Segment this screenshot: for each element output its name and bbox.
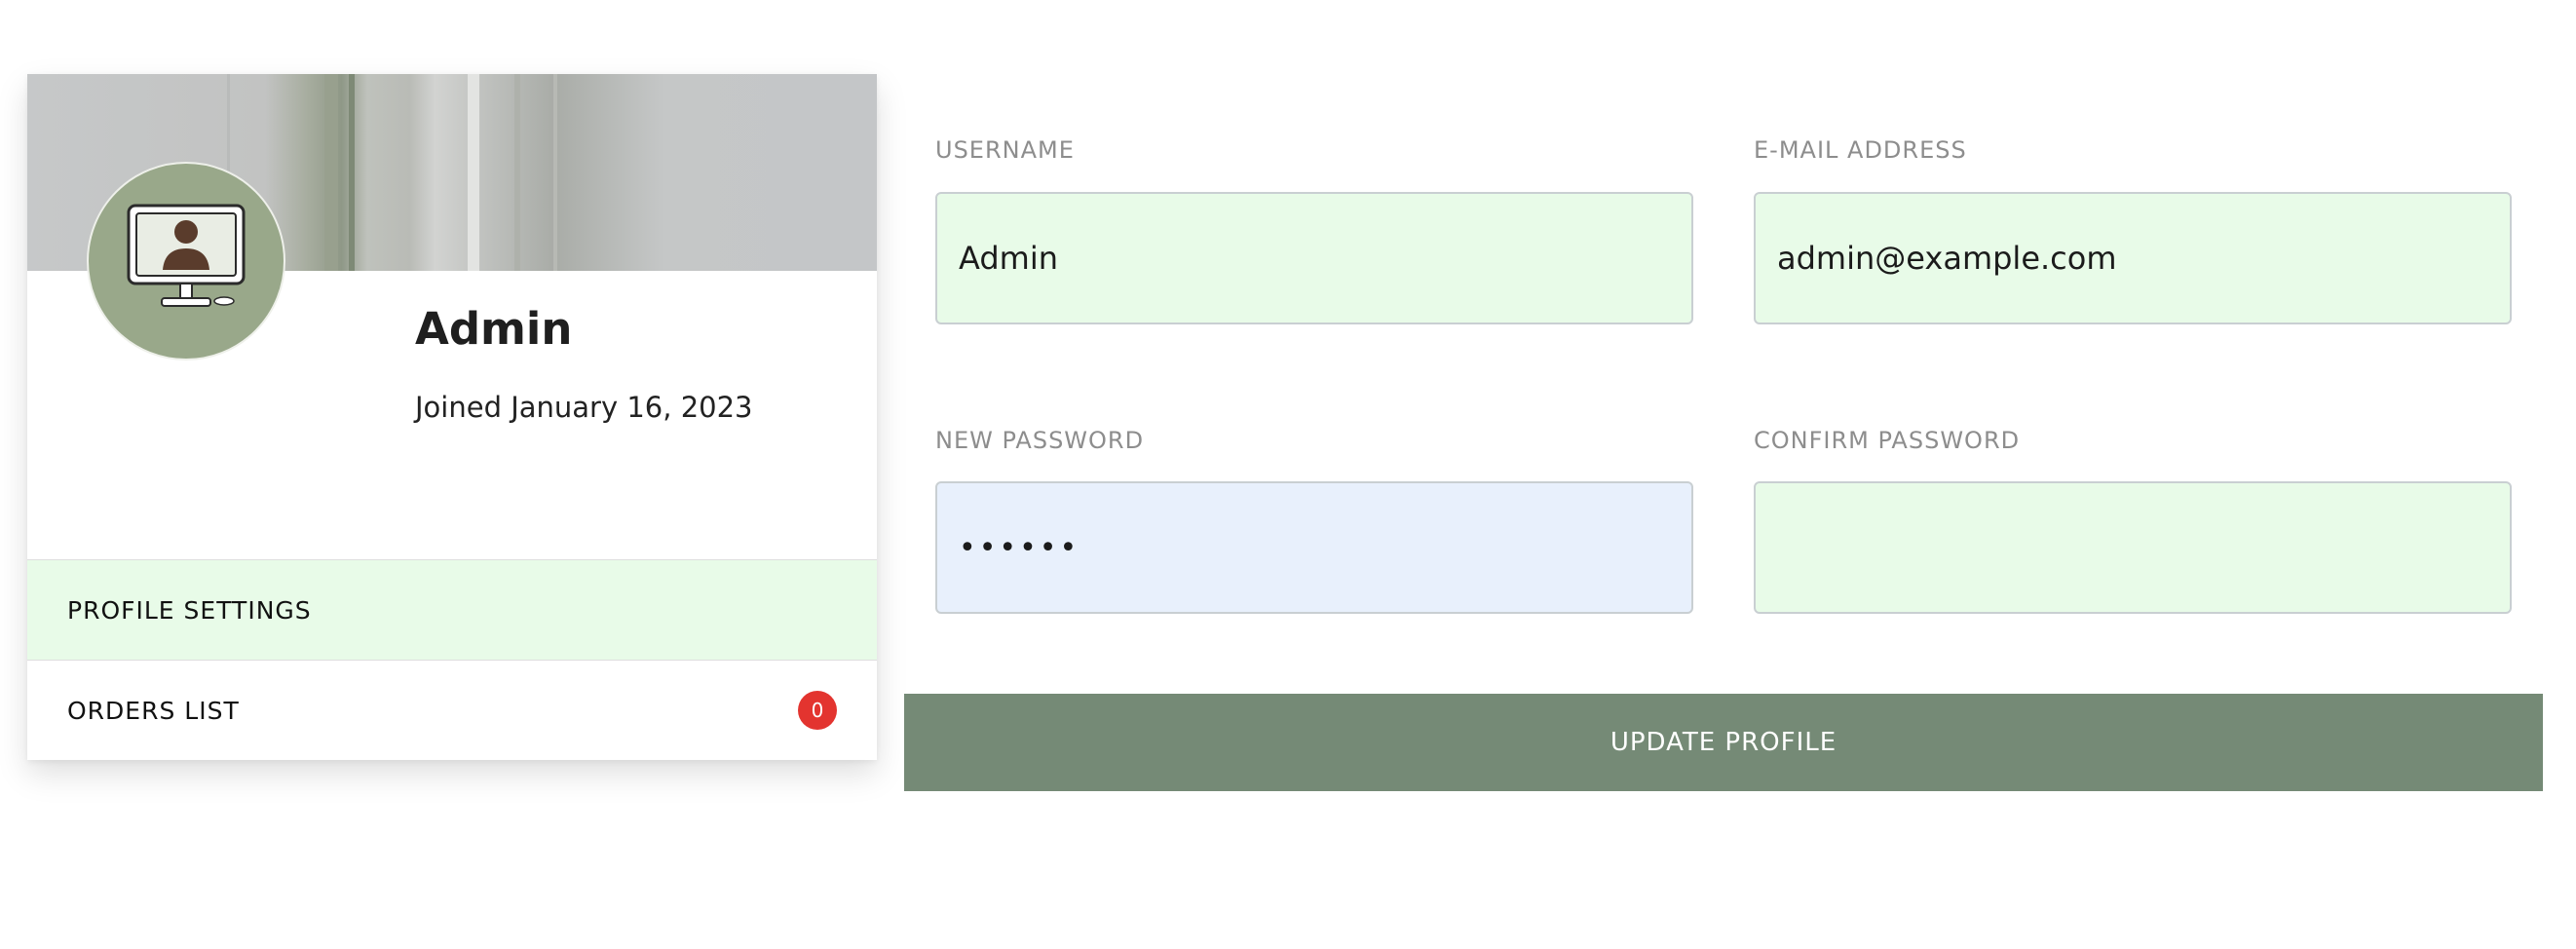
username-input[interactable] — [935, 192, 1693, 324]
email-input[interactable] — [1754, 192, 2512, 324]
confirm-password-label: CONFIRM PASSWORD — [1754, 427, 2021, 454]
profile-name: Admin — [415, 303, 573, 355]
profile-menu: PROFILE SETTINGS ORDERS LIST 0 — [27, 559, 877, 760]
menu-item-profile-settings[interactable]: PROFILE SETTINGS — [27, 559, 877, 660]
menu-item-orders-list[interactable]: ORDERS LIST 0 — [27, 660, 877, 760]
email-label: E-MAIL ADDRESS — [1754, 136, 1967, 164]
confirm-password-input[interactable] — [1754, 481, 2512, 614]
menu-item-label: PROFILE SETTINGS — [67, 595, 312, 625]
update-profile-button[interactable]: UPDATE PROFILE — [904, 694, 2543, 791]
username-label: USERNAME — [935, 136, 1075, 164]
new-password-input[interactable] — [935, 481, 1693, 614]
profile-card: Admin Joined January 16, 2023 PROFILE SE… — [27, 74, 877, 760]
new-password-label: NEW PASSWORD — [935, 427, 1145, 454]
joined-date: Joined January 16, 2023 — [415, 391, 753, 424]
user-monitor-icon — [123, 200, 249, 323]
menu-item-label: ORDERS LIST — [67, 696, 240, 725]
orders-count-badge: 0 — [798, 691, 837, 730]
avatar — [87, 162, 285, 361]
